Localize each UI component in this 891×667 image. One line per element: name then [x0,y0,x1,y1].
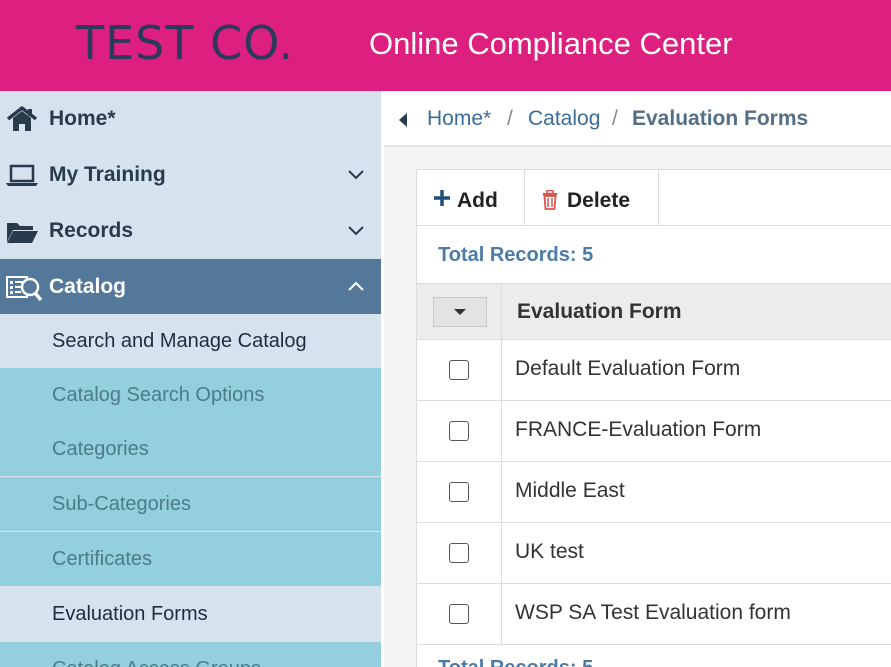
submenu-item-evaluation-forms[interactable]: Evaluation Forms [0,587,381,641]
column-divider [501,584,502,645]
chevron-down-icon[interactable] [346,167,366,183]
breadcrumb-separator: / [612,107,618,130]
main-content: Home* / Catalog / Evaluation Forms Add D… [384,91,891,667]
column-divider [501,523,502,584]
table-row[interactable]: Default Evaluation Form [417,340,891,401]
catalog-search-icon [5,273,43,302]
table-row[interactable]: Middle East [417,462,891,523]
column-divider [501,284,502,339]
column-divider [501,462,502,523]
sidebar-item-label: My Training [49,163,166,186]
caret-down-icon [454,309,466,315]
add-button[interactable]: Add [417,170,525,226]
breadcrumb-link-catalog[interactable]: Catalog [528,107,600,131]
submenu-item-sub-categories[interactable]: Sub-Categories [0,477,381,531]
table-row[interactable]: UK test [417,523,891,584]
row-checkbox[interactable] [449,604,469,624]
total-records: Total Records: 5 [438,244,594,266]
evaluation-form-name[interactable]: FRANCE-Evaluation Form [515,418,761,442]
column-divider [501,340,502,401]
sidebar-item-label: Home* [49,107,116,130]
row-checkbox[interactable] [449,543,469,563]
table-header: Evaluation Form [417,283,891,340]
sidebar-item-my-training[interactable]: My Training [0,147,381,203]
caret-left-icon[interactable] [398,112,408,128]
bulk-select-dropdown[interactable] [433,297,487,327]
sidebar: Home* My Training Records Catalog Search… [0,91,381,667]
submenu-item-search-manage-catalog[interactable]: Search and Manage Catalog [0,314,381,368]
sidebar-item-home[interactable]: Home* [0,91,381,147]
evaluation-form-name[interactable]: Default Evaluation Form [515,357,740,381]
submenu-item-label: Catalog Search Options [52,383,265,406]
sidebar-item-catalog[interactable]: Catalog [0,259,381,315]
column-header-evaluation-form[interactable]: Evaluation Form [517,300,682,324]
breadcrumb: Home* / Catalog / Evaluation Forms [384,91,891,147]
delete-button[interactable]: Delete [525,170,659,226]
evaluation-form-name[interactable]: Middle East [515,479,625,503]
submenu-item-label: Evaluation Forms [52,602,208,625]
home-icon [5,105,39,133]
app-header: TEST CO. Online Compliance Center [0,0,891,91]
table-row[interactable]: FRANCE-Evaluation Form [417,401,891,462]
submenu-item-catalog-access-groups[interactable]: Catalog Access Groups [0,642,381,667]
row-checkbox[interactable] [449,482,469,502]
sidebar-item-label: Catalog [49,275,127,298]
submenu-item-label: Categories [52,437,149,460]
breadcrumb-link-home[interactable]: Home* [427,107,491,131]
submenu-item-label: Sub-Categories [52,492,191,515]
row-checkbox[interactable] [449,360,469,380]
column-divider [501,401,502,462]
laptop-icon [5,161,39,189]
submenu-item-label: Catalog Access Groups [52,658,261,667]
folder-open-icon [5,217,39,245]
delete-button-label: Delete [567,189,631,212]
records-panel: Add Delete Total Records: 5 Evaluation F… [416,169,891,667]
sidebar-item-label: Records [49,219,134,242]
breadcrumb-current: Evaluation Forms [632,107,809,130]
plus-icon [433,189,451,212]
sidebar-item-records[interactable]: Records [0,203,381,259]
submenu-item-certificates[interactable]: Certificates [0,532,381,586]
submenu-item-label: Search and Manage Catalog [52,329,307,352]
breadcrumb-separator: / [507,107,513,130]
table-row[interactable]: WSP SA Test Evaluation form [417,584,891,645]
add-button-label: Add [457,189,498,212]
evaluation-form-name[interactable]: UK test [515,540,584,564]
chevron-up-icon[interactable] [346,279,366,295]
row-checkbox[interactable] [449,421,469,441]
chevron-down-icon[interactable] [346,223,366,239]
evaluation-form-name[interactable]: WSP SA Test Evaluation form [515,601,791,625]
trash-icon [542,189,558,215]
submenu-item-catalog-search-options[interactable]: Catalog Search Options [0,368,381,422]
records-toolbar: Add Delete [417,170,891,226]
total-records-footer: Total Records: 5 [438,657,593,667]
submenu-item-label: Certificates [52,547,153,570]
company-logo[interactable]: TEST CO. [76,16,294,70]
app-title: Online Compliance Center [369,26,733,61]
submenu-item-categories[interactable]: Categories [0,422,381,476]
